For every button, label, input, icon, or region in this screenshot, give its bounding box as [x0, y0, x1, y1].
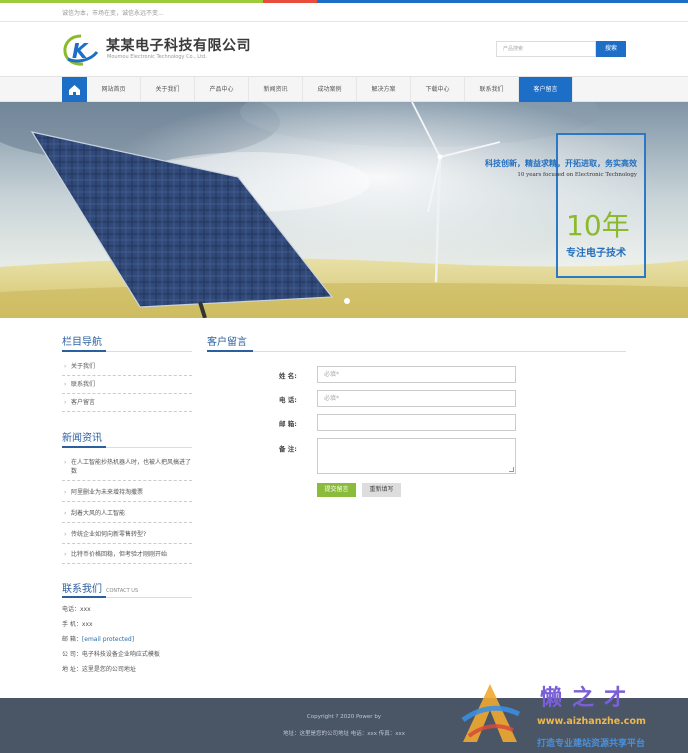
divider: [207, 351, 626, 352]
top-bar: 诚信为本，市场在变，诚信永远不变...: [0, 3, 688, 22]
banner-tagline: 科技创新，精益求精，开拓进取，务实高效: [485, 159, 637, 168]
contact-value: xxx: [80, 606, 91, 613]
news-item-label: 传统企业如何向新零售转型?: [71, 531, 147, 538]
phone-label: 电 话:: [279, 396, 297, 404]
divider-accent: [62, 350, 106, 352]
bullet-icon: ›: [64, 399, 67, 406]
contact-subtitle: CONTACT US: [106, 588, 139, 594]
contact-phone: 电话：xxx: [62, 604, 91, 613]
contact-value: xxx: [81, 621, 93, 628]
watermark-title: 懒之才: [540, 685, 637, 711]
home-button[interactable]: [62, 77, 87, 102]
news-item-label: 阿里删业为未来增持淘撒票: [71, 489, 144, 496]
contact-email: 邮 箱：[email protected]: [62, 634, 134, 643]
watermark-tagline: 打造专业建站资源共享平台: [537, 739, 646, 749]
nav-item-about[interactable]: 关于我们: [141, 77, 195, 102]
news-item-label: 刮着大风的人工智能: [71, 510, 126, 517]
watermark-url: www.aizhanzhe.com: [537, 716, 646, 727]
svg-text:K: K: [72, 39, 89, 63]
company-name-en: Moumou Electronic Technology Co., Ltd.: [107, 54, 207, 60]
search-button[interactable]: 搜索: [596, 41, 626, 57]
reset-button[interactable]: 重新填写: [362, 483, 401, 497]
news-item-label: 在人工智能抄热机器人时，也被人把风搞进了数: [71, 459, 192, 475]
sidebar-nav-title: 栏目导航: [62, 337, 102, 348]
divider-accent: [62, 596, 106, 598]
note-label: 备 注:: [279, 445, 297, 453]
news-item[interactable]: › 传统企业如何向新零售转型?: [62, 530, 192, 544]
sidebar-item-contact[interactable]: › 联系我们: [62, 380, 192, 394]
contact-value: 这里是您的公司地址: [81, 666, 136, 673]
nav-item-products[interactable]: 产品中心: [195, 77, 249, 102]
bullet-icon: ›: [64, 531, 67, 538]
contact-mobile: 手 机：xxx: [62, 619, 93, 628]
name-label: 姓 名:: [279, 372, 297, 380]
main-nav: 网站首页 关于我们 产品中心 新闻资讯 成功案例 解决方案 下载中心 联系我们 …: [0, 76, 688, 102]
home-icon: [69, 85, 80, 95]
sidebar-item-label: 关于我们: [71, 363, 96, 370]
banner-subtitle: 专注电子技术: [566, 248, 626, 259]
news-item[interactable]: › 在人工智能抄热机器人时，也被人把风搞进了数: [62, 458, 192, 481]
sidebar-news-title: 新闻资讯: [62, 433, 102, 444]
email-field[interactable]: [317, 414, 516, 431]
divider-accent: [62, 446, 106, 448]
nav-item-message[interactable]: 客户留言: [519, 77, 573, 102]
contact-title-text: 联系我们: [62, 584, 102, 595]
contact-address: 地 址：这里是您的公司地址: [62, 664, 136, 673]
page-title: 客户留言: [207, 337, 247, 348]
nav-item-downloads[interactable]: 下载中心: [411, 77, 465, 102]
submit-button[interactable]: 提交留言: [317, 483, 356, 497]
sidebar-item-label: 客户留言: [71, 399, 96, 406]
note-textarea[interactable]: [317, 438, 516, 474]
sidebar-contact-title: 联系我们 CONTACT US: [62, 580, 138, 595]
news-item[interactable]: › 刮着大风的人工智能: [62, 509, 192, 523]
slogan-text: 诚信为本，市场在变，诚信永远不变...: [62, 10, 164, 17]
bullet-icon: ›: [64, 381, 67, 388]
resize-grip-icon[interactable]: [509, 467, 514, 472]
contact-value: 电子科技设备企业响应式模板: [81, 651, 160, 658]
nav-item-news[interactable]: 新闻资讯: [249, 77, 303, 102]
search-input[interactable]: 产品搜索: [496, 41, 596, 57]
sidebar-item-label: 联系我们: [71, 381, 96, 388]
nav-item-cases[interactable]: 成功案例: [303, 77, 357, 102]
contact-label: 地 址：: [62, 666, 82, 673]
news-item[interactable]: › 阿里删业为未来增持淘撒票: [62, 488, 192, 502]
contact-label: 邮 箱：: [62, 636, 82, 643]
news-item-label: 比特币价格回稳，但考验才刚刚开始: [71, 551, 168, 558]
slider-dot[interactable]: [344, 298, 350, 304]
name-field[interactable]: 必填*: [317, 366, 516, 383]
nav-item-contact[interactable]: 联系我们: [465, 77, 519, 102]
email-link[interactable]: [email protected]: [82, 636, 134, 643]
email-label: 邮 箱:: [279, 420, 297, 428]
sidebar-item-about[interactable]: › 关于我们: [62, 362, 192, 376]
contact-label: 手 机：: [62, 621, 82, 628]
banner-year: 10年: [566, 209, 630, 242]
bullet-icon: ›: [64, 489, 67, 496]
contact-label: 公 司：: [62, 651, 82, 658]
company-name[interactable]: 某某电子科技有限公司: [106, 35, 251, 55]
bullet-icon: ›: [64, 551, 67, 558]
nav-item-solutions[interactable]: 解决方案: [357, 77, 411, 102]
banner-tagline-en: 10 years focused on Electronic Technolog…: [517, 172, 637, 178]
hero-banner: 科技创新，精益求精，开拓进取，务实高效 10 years focused on …: [0, 102, 688, 318]
nav-item-home[interactable]: 网站首页: [87, 77, 141, 102]
contact-company: 公 司：电子科技设备企业响应式模板: [62, 649, 160, 658]
sidebar-item-message[interactable]: › 客户留言: [62, 398, 192, 412]
site-header: K 某某电子科技有限公司 Moumou Electronic Technolog…: [0, 22, 688, 76]
news-item[interactable]: › 比特币价格回稳，但考验才刚刚开始: [62, 550, 192, 564]
bullet-icon: ›: [64, 459, 67, 466]
contact-label: 电话：: [62, 606, 81, 613]
bullet-icon: ›: [64, 363, 67, 370]
phone-field[interactable]: 必填*: [317, 390, 516, 407]
k-logo-icon[interactable]: K: [62, 33, 100, 67]
bullet-icon: ›: [64, 510, 67, 517]
divider-accent: [207, 350, 253, 352]
watermark-logo-icon: [461, 684, 521, 742]
